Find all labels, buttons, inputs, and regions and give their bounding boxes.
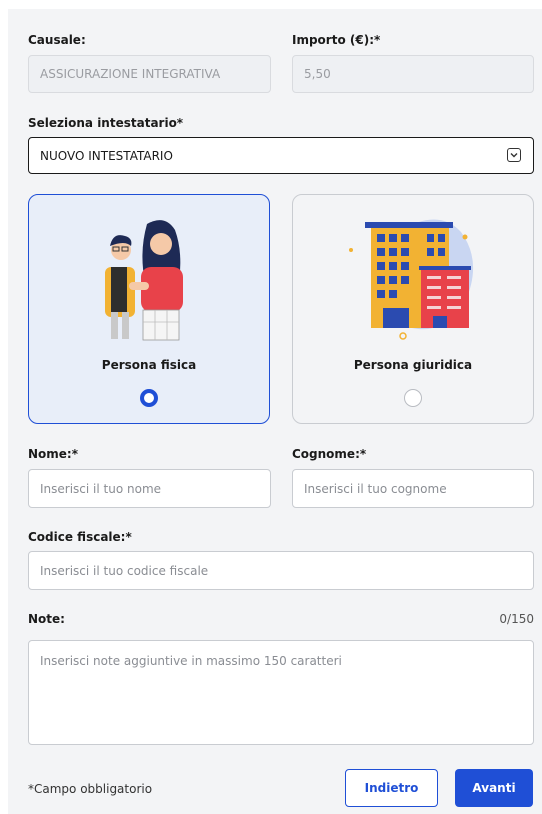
- codice-fiscale-input[interactable]: Inserisci il tuo codice fiscale: [28, 551, 534, 590]
- causale-label: Causale:: [28, 33, 86, 47]
- intestatario-select-value: NUOVO INTESTATARIO: [40, 148, 173, 163]
- next-button[interactable]: Avanti: [455, 769, 533, 807]
- cognome-input[interactable]: Inserisci il tuo cognome: [292, 469, 534, 508]
- intestatario-label: Seleziona intestatario*: [28, 116, 184, 130]
- persona-giuridica-label: Persona giuridica: [353, 358, 473, 372]
- note-label: Note:: [28, 612, 65, 626]
- intestatario-select[interactable]: NUOVO INTESTATARIO: [28, 137, 534, 174]
- codice-fiscale-label: Codice fiscale:*: [28, 530, 132, 544]
- note-textarea[interactable]: Inserisci note aggiuntive in massimo 150…: [28, 640, 534, 745]
- back-button[interactable]: Indietro: [345, 769, 438, 807]
- required-field-note: *Campo obbligatorio: [28, 782, 153, 796]
- building-illustration-icon: [349, 219, 474, 340]
- chevron-down-icon: [507, 148, 521, 162]
- cognome-label: Cognome:*: [292, 447, 367, 461]
- importo-label: Importo (€):*: [292, 33, 381, 47]
- importo-field: 5,50: [292, 55, 534, 93]
- note-char-counter: 0/150: [499, 612, 534, 626]
- persona-fisica-card[interactable]: Persona fisica: [28, 194, 270, 424]
- persona-giuridica-card[interactable]: Persona giuridica: [292, 194, 534, 424]
- causale-field: ASSICURAZIONE INTEGRATIVA: [28, 55, 271, 93]
- persona-fisica-label: Persona fisica: [101, 358, 197, 372]
- nome-label: Nome:*: [28, 447, 79, 461]
- persona-giuridica-radio[interactable]: [404, 389, 422, 407]
- people-illustration-icon: [105, 220, 183, 341]
- nome-input[interactable]: Inserisci il tuo nome: [28, 469, 271, 508]
- persona-fisica-radio[interactable]: [140, 389, 158, 407]
